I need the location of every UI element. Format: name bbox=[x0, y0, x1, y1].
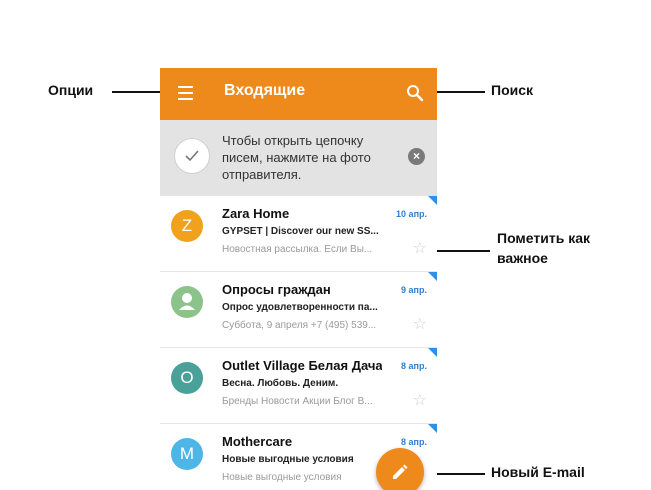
inbox-title: Входящие bbox=[224, 82, 306, 99]
compose-button[interactable] bbox=[376, 448, 424, 490]
email-date: 9 апр. bbox=[401, 285, 427, 295]
person-icon[interactable] bbox=[171, 286, 203, 318]
email-subject: Весна. Любовь. Деним. bbox=[222, 378, 339, 389]
email-date: 8 апр. bbox=[401, 437, 427, 447]
email-item[interactable]: O Outlet Village Белая Дача 8 апр. Весна… bbox=[160, 348, 437, 424]
menu-icon[interactable] bbox=[178, 86, 193, 100]
avatar[interactable]: O bbox=[171, 362, 203, 394]
unread-flag-icon bbox=[428, 424, 437, 433]
phone-screen: Входящие Чтобы открыть цепочку писем, на… bbox=[160, 68, 437, 490]
star-icon[interactable]: ☆ bbox=[413, 238, 427, 258]
email-date: 8 апр. bbox=[401, 361, 427, 371]
callout-new-email: Новый E-mail bbox=[491, 464, 585, 480]
email-subject: Опрос удовлетворенности па... bbox=[222, 302, 378, 313]
unread-flag-icon bbox=[428, 196, 437, 205]
search-icon[interactable] bbox=[405, 83, 425, 103]
close-icon[interactable]: × bbox=[408, 148, 425, 165]
unread-flag-icon bbox=[428, 272, 437, 281]
email-date: 10 апр. bbox=[396, 209, 427, 219]
app-bar: Входящие bbox=[160, 68, 437, 120]
email-preview: Суббота, 9 апреля +7 (495) 539... bbox=[222, 320, 377, 331]
unread-flag-icon bbox=[428, 348, 437, 357]
callout-mark-important-line bbox=[428, 250, 490, 252]
email-preview: Новые выгодные условия bbox=[222, 472, 342, 483]
avatar[interactable]: Z bbox=[171, 210, 203, 242]
hint-banner: Чтобы открыть цепочку писем, нажмите на … bbox=[160, 120, 437, 196]
callout-options-line bbox=[112, 91, 162, 93]
star-icon[interactable]: ☆ bbox=[413, 390, 427, 410]
email-sender: Zara Home bbox=[222, 206, 290, 221]
callout-search: Поиск bbox=[491, 82, 534, 98]
avatar[interactable]: M bbox=[171, 438, 203, 470]
email-sender: Опросы граждан bbox=[222, 282, 331, 297]
callout-mark-important: Пометить как важное bbox=[497, 230, 591, 266]
pencil-icon bbox=[393, 464, 408, 479]
email-sender: Outlet Village Белая Дача bbox=[222, 358, 382, 373]
email-subject: GYPSET | Discover our new SS... bbox=[222, 226, 379, 237]
email-item[interactable]: Z Zara Home 10 апр. GYPSET | Discover ou… bbox=[160, 196, 437, 272]
check-icon bbox=[174, 138, 210, 174]
callout-options: Опции bbox=[48, 82, 94, 98]
email-item[interactable]: Опросы граждан 9 апр. Опрос удовлетворен… bbox=[160, 272, 437, 348]
email-preview: Новостная рассылка. Если Вы... bbox=[222, 244, 373, 255]
email-sender: Mothercare bbox=[222, 434, 293, 449]
email-preview: Бренды Новости Акции Блог В... bbox=[222, 396, 373, 407]
hint-text: Чтобы открыть цепочку писем, нажмите на … bbox=[222, 133, 371, 182]
star-icon[interactable]: ☆ bbox=[413, 314, 427, 334]
